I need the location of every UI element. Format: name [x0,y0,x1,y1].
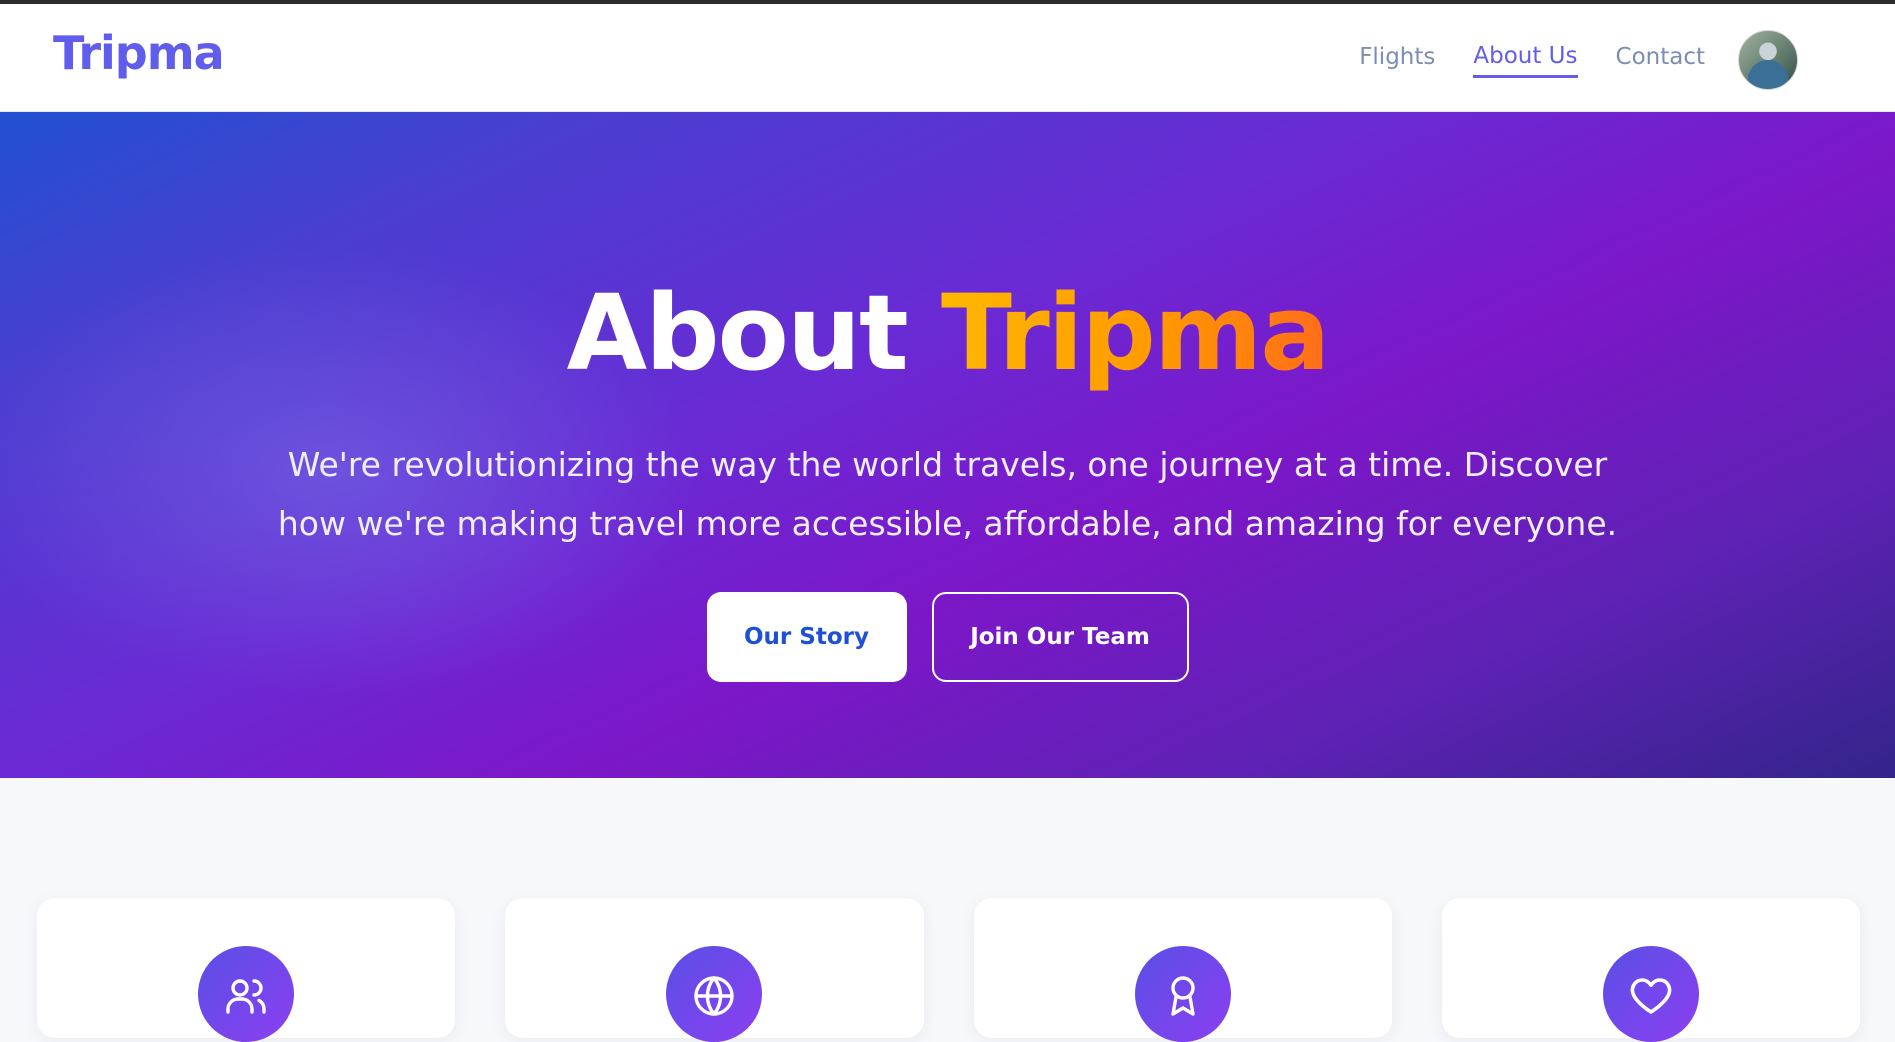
globe-icon [666,946,763,1042]
users-icon [198,946,295,1042]
hero-section: About Tripma We're revolutionizing the w… [0,112,1895,778]
user-avatar[interactable] [1738,30,1798,90]
nav-link-flights[interactable]: Flights [1359,44,1435,76]
site-header: Tripma Flights About Us Contact [0,4,1895,112]
feature-card [505,898,924,1042]
nav-link-about-us[interactable]: About Us [1473,43,1578,78]
hero-title: About Tripma [0,272,1895,394]
heart-icon [1602,946,1699,1042]
hero-title-prefix: About [566,272,909,394]
brand-logo[interactable]: Tripma [53,26,225,80]
main-nav: Flights About Us Contact [1321,30,1798,90]
hero-title-accent: Tripma [940,272,1330,394]
feature-card [37,898,456,1042]
feature-cards [37,898,1860,1042]
hero-actions: Our Story Join Our Team [0,592,1895,682]
our-story-button[interactable]: Our Story [706,592,907,682]
nav-link-contact[interactable]: Contact [1616,44,1705,76]
feature-card [973,898,1392,1042]
award-icon [1134,946,1231,1042]
feature-card [1441,898,1860,1042]
hero-subtitle: We're revolutionizing the way the world … [277,445,1618,543]
join-our-team-button[interactable]: Join Our Team [931,592,1189,682]
